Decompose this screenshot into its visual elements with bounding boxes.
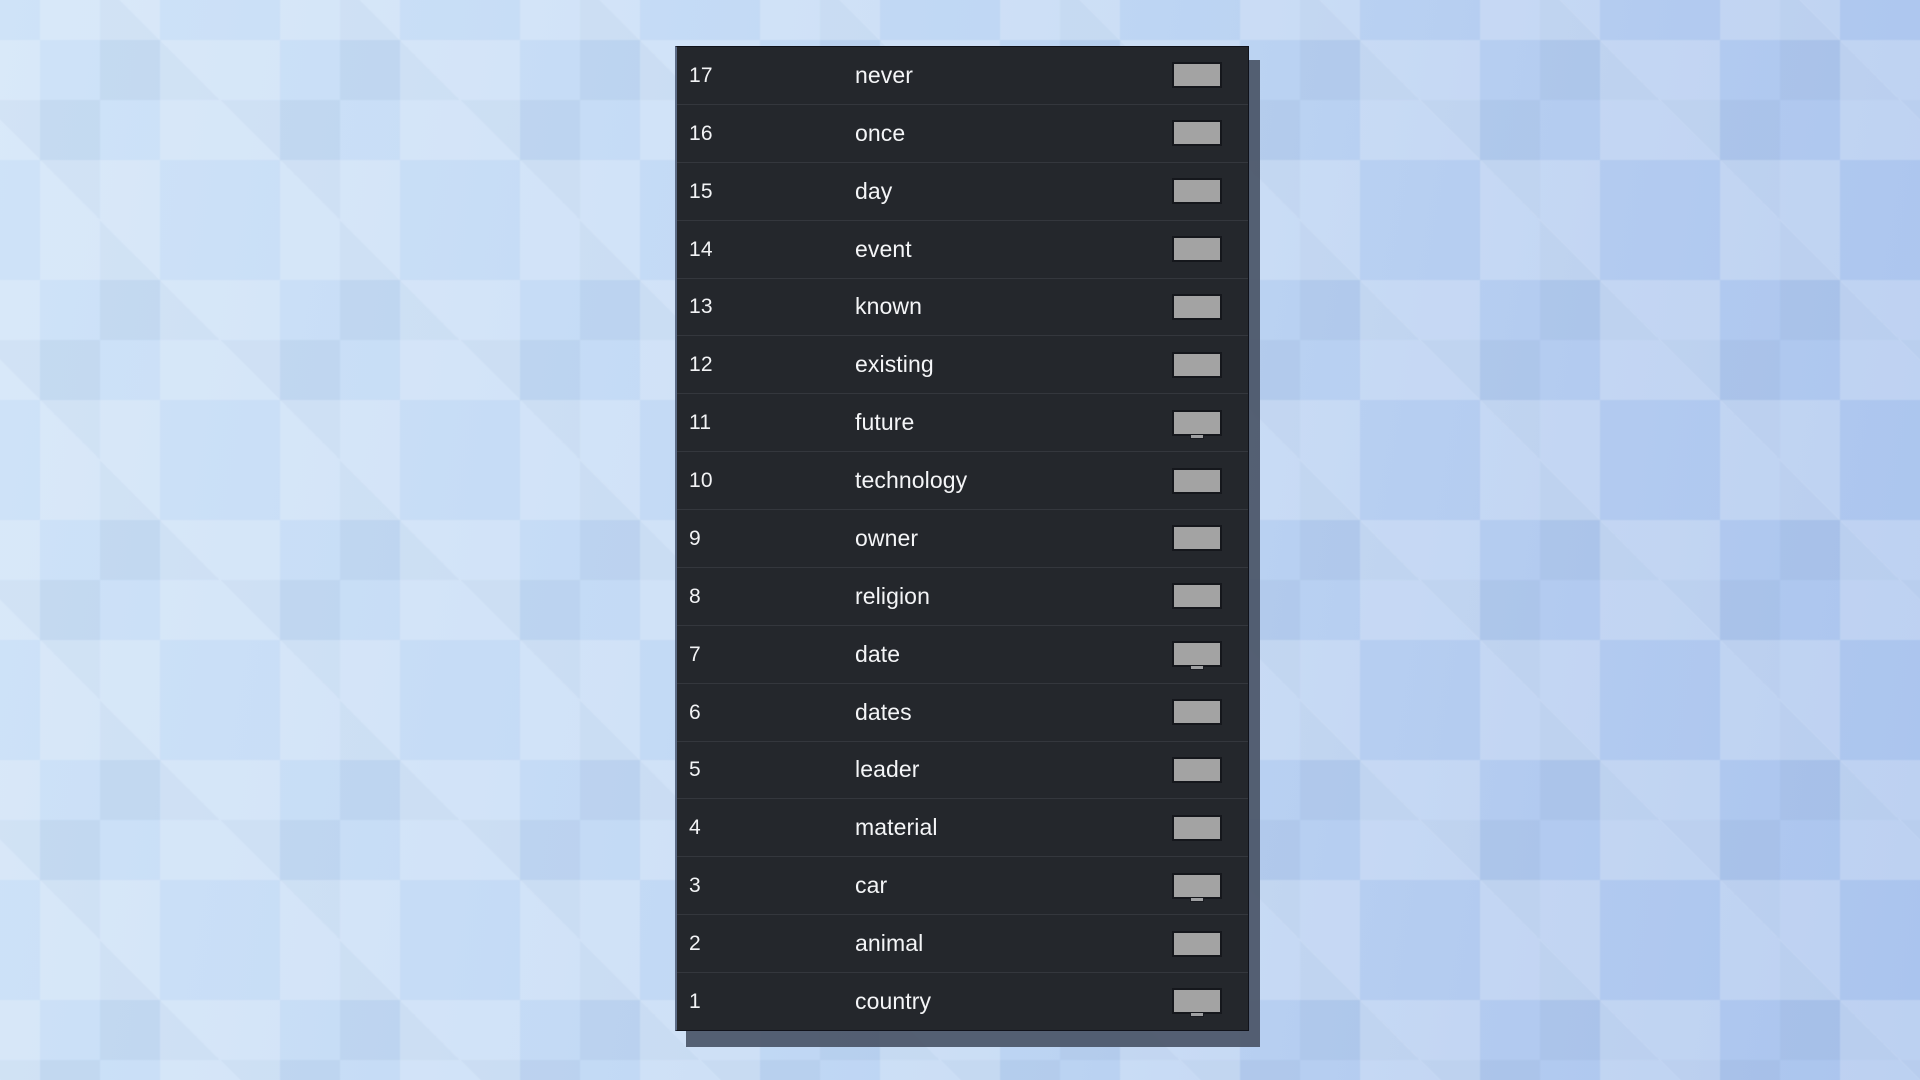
gray-swatch-icon[interactable]	[1172, 814, 1222, 841]
gray-swatch-icon[interactable]	[1172, 930, 1222, 957]
row-rank: 9	[689, 526, 701, 550]
gray-swatch-icon[interactable]	[1172, 351, 1222, 378]
gray-swatch-icon[interactable]	[1172, 409, 1222, 439]
table-row[interactable]: 9 owner	[677, 510, 1248, 568]
table-row[interactable]: 14 event	[677, 220, 1248, 279]
row-word-label: dates	[855, 698, 912, 725]
swatch-notch-icon	[1190, 897, 1204, 902]
row-swatch-cell	[1172, 178, 1248, 205]
row-swatch-cell	[1172, 699, 1248, 726]
row-word-label: never	[855, 61, 914, 88]
row-rank: 14	[689, 237, 713, 261]
gray-swatch-icon[interactable]	[1172, 120, 1222, 147]
table-row[interactable]: 4 material	[677, 799, 1248, 858]
row-rank: 10	[689, 469, 713, 493]
table-row[interactable]: 16 once	[677, 104, 1248, 163]
row-word-label: known	[855, 293, 922, 320]
row-word-label: day	[855, 177, 893, 204]
table-row[interactable]: 1 country	[677, 973, 1248, 1030]
row-swatch-cell	[1172, 467, 1248, 494]
row-swatch-cell	[1172, 872, 1248, 902]
gray-swatch-icon[interactable]	[1172, 872, 1222, 902]
row-rank: 1	[689, 989, 701, 1013]
gray-swatch-icon[interactable]	[1172, 756, 1222, 783]
swatch-notch-icon	[1190, 666, 1204, 671]
row-swatch-cell	[1172, 930, 1248, 957]
row-rank: 16	[689, 121, 713, 145]
row-word-label: religion	[855, 582, 930, 609]
row-rank: 3	[689, 874, 701, 898]
row-swatch-cell	[1172, 293, 1248, 320]
row-swatch-cell	[1172, 525, 1248, 552]
row-swatch-cell	[1172, 409, 1248, 439]
table-row[interactable]: 8 religion	[677, 567, 1248, 626]
gray-swatch-icon[interactable]	[1172, 641, 1222, 671]
row-swatch-cell	[1172, 756, 1248, 783]
row-rank: 17	[689, 63, 713, 87]
table-row[interactable]: 12 existing	[677, 336, 1248, 395]
table-row[interactable]: 15 day	[677, 162, 1248, 221]
row-rank: 5	[689, 758, 701, 782]
row-rank: 8	[689, 584, 701, 608]
row-word-label: owner	[855, 524, 919, 551]
gray-swatch-icon[interactable]	[1172, 62, 1222, 89]
table-row[interactable]: 13 known	[677, 278, 1248, 337]
gray-swatch-icon[interactable]	[1172, 699, 1222, 726]
row-swatch-cell	[1172, 641, 1248, 671]
swatch-notch-icon	[1190, 434, 1204, 439]
row-rank: 15	[689, 179, 713, 203]
row-rank: 7	[689, 642, 701, 666]
gray-swatch-icon[interactable]	[1172, 293, 1222, 320]
row-swatch-cell	[1172, 120, 1248, 147]
row-rank: 2	[689, 932, 701, 956]
row-rank: 12	[689, 353, 713, 377]
table-row[interactable]: 7 date	[677, 625, 1248, 684]
row-rank: 13	[689, 295, 713, 319]
table-row[interactable]: 5 leader	[677, 741, 1248, 800]
row-word-label: future	[855, 409, 915, 436]
row-rank: 6	[689, 700, 701, 724]
row-word-label: date	[855, 640, 901, 667]
gray-swatch-icon[interactable]	[1172, 178, 1222, 205]
row-word-label: existing	[855, 351, 934, 378]
table-row[interactable]: 2 animal	[677, 915, 1248, 973]
row-swatch-cell	[1172, 988, 1248, 1018]
gray-swatch-icon[interactable]	[1172, 525, 1222, 552]
gray-swatch-icon[interactable]	[1172, 236, 1222, 263]
gray-swatch-icon[interactable]	[1172, 583, 1222, 610]
table-row[interactable]: 3 car	[677, 857, 1248, 916]
swatch-notch-icon	[1190, 1013, 1204, 1018]
row-word-label: technology	[855, 467, 968, 494]
row-rank: 4	[689, 816, 701, 840]
gray-swatch-icon[interactable]	[1172, 988, 1222, 1018]
row-word-label: animal	[855, 930, 924, 957]
row-word-label: country	[855, 987, 932, 1014]
row-swatch-cell	[1172, 814, 1248, 841]
row-swatch-cell	[1172, 236, 1248, 263]
row-swatch-cell	[1172, 62, 1248, 89]
row-word-label: material	[855, 814, 938, 841]
row-swatch-cell	[1172, 583, 1248, 610]
gray-swatch-icon[interactable]	[1172, 467, 1222, 494]
row-word-label: car	[855, 872, 888, 899]
table-row[interactable]: 11 future	[677, 394, 1248, 453]
table-row[interactable]: 6 dates	[677, 683, 1248, 742]
table-row[interactable]: 10 technology	[677, 452, 1248, 510]
row-word-label: leader	[855, 756, 920, 783]
ranked-word-list-panel: 17 never 16 once 15 day 14 event 13 known 12 existi…	[675, 46, 1249, 1031]
row-swatch-cell	[1172, 351, 1248, 378]
row-rank: 11	[689, 411, 712, 435]
row-word-label: event	[855, 235, 912, 262]
row-word-label: once	[855, 119, 906, 146]
table-row[interactable]: 17 never	[677, 47, 1248, 105]
